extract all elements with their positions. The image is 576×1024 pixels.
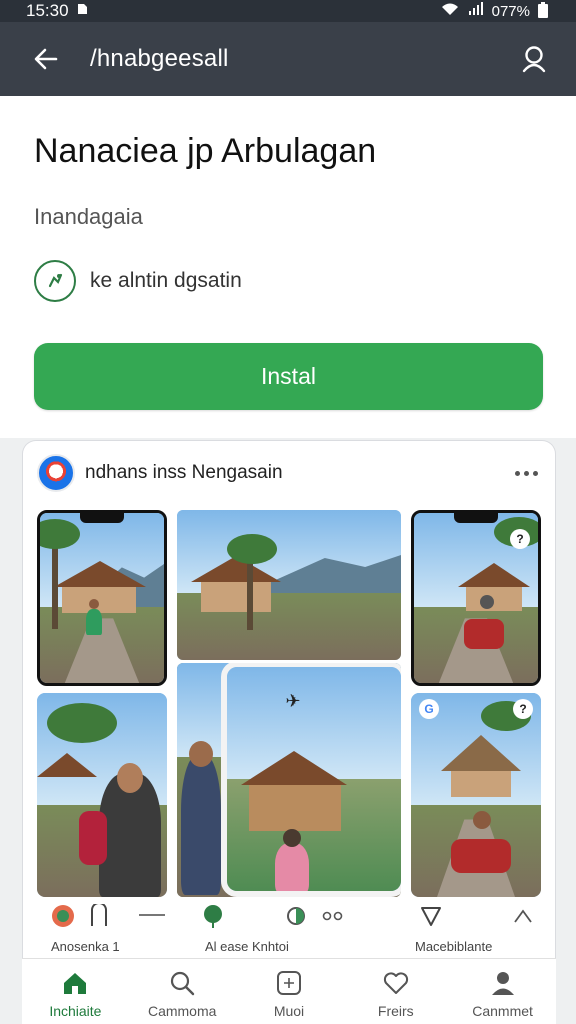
battery-icon xyxy=(538,2,548,18)
drone-icon: ✈ xyxy=(285,690,301,711)
back-button[interactable] xyxy=(28,41,64,77)
house-wall xyxy=(201,582,271,612)
home-icon xyxy=(61,969,89,997)
apps-icon xyxy=(275,969,303,997)
palm-leaves xyxy=(227,534,277,564)
dual-dots-icon[interactable] xyxy=(319,901,347,931)
motorbike-rider xyxy=(451,839,511,873)
send-icon xyxy=(421,907,441,926)
screenshot-thumbnail-6[interactable]: G ? xyxy=(411,693,541,897)
rider-head xyxy=(480,595,494,609)
help-icon[interactable]: ? xyxy=(510,529,530,549)
bottom-navigation: Inchiaite Cammoma Muoi Freirs Canmmet xyxy=(22,958,556,1024)
person-face xyxy=(117,763,143,793)
editors-choice-icon xyxy=(34,260,76,302)
expand-button[interactable] xyxy=(509,901,537,931)
house-wall xyxy=(451,771,511,797)
bookmark-icon xyxy=(91,904,107,926)
status-bar: 15:30 077% xyxy=(0,0,576,22)
more-dot-icon xyxy=(532,470,538,476)
card-header: ndhans inss Nengasain xyxy=(37,453,541,493)
nav-item-apps[interactable]: Muoi xyxy=(236,959,343,1024)
nav-item-favorites[interactable]: Freirs xyxy=(342,959,449,1024)
palm-trunk xyxy=(52,537,58,629)
screenshot-thumbnail-2[interactable] xyxy=(177,510,401,660)
card-actions xyxy=(23,901,557,937)
emoji-icon xyxy=(52,905,74,927)
divider-icon xyxy=(137,901,167,931)
sky xyxy=(227,667,401,779)
share-button[interactable] xyxy=(417,901,445,931)
app-header-card: Nanaciea jp Arbulagan Inandagaia ke alnt… xyxy=(0,96,576,438)
half-circle-icon xyxy=(287,907,305,925)
person-head xyxy=(89,599,99,609)
heart-icon xyxy=(382,969,410,997)
developer-name[interactable]: Inandagaia xyxy=(34,204,143,230)
status-time: 15:30 xyxy=(26,1,69,20)
chevron-up-icon xyxy=(514,909,532,923)
app-bar: /hnabgeesall xyxy=(0,22,576,96)
backpack xyxy=(79,811,107,865)
house-wall xyxy=(62,587,136,613)
arrow-left-icon xyxy=(34,48,58,70)
nav-item-search[interactable]: Cammoma xyxy=(129,959,236,1024)
card-title: ndhans inss Nengasain xyxy=(85,462,283,483)
search-icon xyxy=(522,46,546,73)
nav-item-account[interactable]: Canmmet xyxy=(449,959,556,1024)
nav-label-account: Canmmet xyxy=(472,1003,533,1019)
screenshot-thumbnail-1[interactable] xyxy=(37,510,167,686)
phone-mockup: ✈ xyxy=(221,663,401,897)
motorbike-rider xyxy=(464,619,504,649)
house-wall xyxy=(249,785,341,831)
screenshot-card: ndhans inss Nengasain ? ✈ G ? Anosenka 1… xyxy=(22,440,556,1024)
phone-notch xyxy=(80,513,124,523)
palm-leaves xyxy=(47,703,117,743)
more-dot-icon xyxy=(523,470,529,476)
person-head xyxy=(189,741,213,767)
person-cap xyxy=(181,755,221,895)
like-button[interactable] xyxy=(199,901,227,931)
more-dot-icon xyxy=(514,470,520,476)
toggle-button[interactable] xyxy=(281,901,311,931)
search-icon xyxy=(168,969,196,997)
app-name: Nanaciea jp Arbulagan xyxy=(34,132,377,170)
avatar[interactable] xyxy=(37,454,75,492)
nav-label-favorites: Freirs xyxy=(377,1003,414,1019)
notification-icon xyxy=(75,1,89,21)
rider-head xyxy=(473,811,491,829)
more-options-button[interactable] xyxy=(511,461,541,485)
person xyxy=(86,609,102,635)
bookmark-button[interactable] xyxy=(85,901,113,931)
wifi-icon xyxy=(440,2,460,20)
caption-right: Macebiblante xyxy=(415,939,493,954)
screenshot-thumbnail-4[interactable] xyxy=(37,693,167,897)
google-icon: G xyxy=(419,699,439,719)
search-button[interactable] xyxy=(516,41,552,77)
phone-notch xyxy=(454,513,498,523)
caption-left: Anosenka 1 xyxy=(51,939,120,954)
house-wall xyxy=(466,587,522,611)
girl-head xyxy=(283,829,301,847)
person-icon xyxy=(489,969,517,997)
signal-icon xyxy=(468,2,484,20)
nav-label-search: Cammoma xyxy=(147,1003,217,1019)
battery-percent: 077% xyxy=(491,2,530,20)
nav-item-home[interactable]: Inchiaite xyxy=(22,959,129,1024)
page-title: /hnabgeesall xyxy=(90,45,229,72)
nav-label-apps: Muoi xyxy=(273,1003,305,1019)
leaf-icon xyxy=(204,905,222,928)
reaction-button[interactable] xyxy=(47,901,79,931)
screenshot-thumbnail-5[interactable]: ✈ xyxy=(177,663,401,897)
girl-pink-dress xyxy=(275,843,309,891)
help-icon[interactable]: ? xyxy=(513,699,533,719)
badge-row: ke alntin dgsatin xyxy=(34,260,242,302)
badge-text: ke alntin dgsatin xyxy=(90,269,242,292)
nav-label-home: Inchiaite xyxy=(49,1003,102,1019)
caption-middle: Al ease Knhtoi xyxy=(205,939,289,954)
install-button[interactable]: Instal xyxy=(34,343,543,410)
screenshot-thumbnail-3[interactable]: ? xyxy=(411,510,541,686)
